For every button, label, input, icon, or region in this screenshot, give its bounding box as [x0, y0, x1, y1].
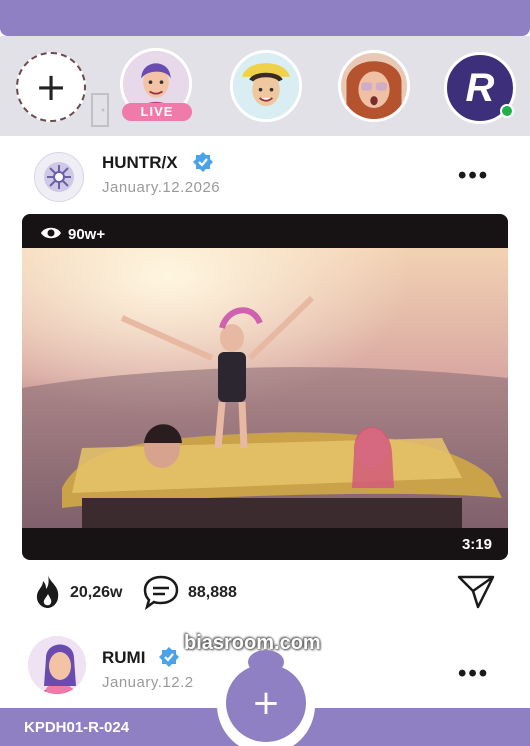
- add-story-button[interactable]: +: [16, 52, 86, 122]
- online-status-dot: [500, 104, 514, 118]
- share-send-icon[interactable]: [456, 572, 496, 610]
- story-avatar[interactable]: [338, 50, 410, 122]
- rumi-avatar[interactable]: [26, 634, 88, 696]
- live-badge: LIVE: [122, 103, 192, 121]
- card: + LIVE R HUNTR/X January.12.2026 ••• 90w…: [0, 0, 530, 746]
- more-options-button[interactable]: •••: [458, 662, 489, 686]
- avatar-image: [28, 636, 86, 694]
- flame-icon[interactable]: [34, 574, 62, 608]
- avatar-image: [341, 53, 407, 119]
- video-player[interactable]: 90w+ 3:19: [22, 214, 508, 560]
- video-top-bar: 90w+: [22, 214, 508, 248]
- watermark: biasroom.com: [184, 632, 321, 654]
- post-date: January.12.2026: [102, 179, 221, 196]
- more-options-button[interactable]: •••: [458, 164, 489, 188]
- door-icon: [91, 93, 109, 127]
- comment-icon[interactable]: [142, 574, 180, 610]
- plus-icon: +: [35, 65, 67, 109]
- video-duration: 3:19: [461, 536, 492, 553]
- post-date: January.12.2: [102, 674, 194, 691]
- verified-badge-icon: [159, 647, 179, 667]
- author-avatar[interactable]: [34, 152, 84, 202]
- top-strip: [0, 0, 530, 36]
- author-name[interactable]: HUNTR/X: [102, 153, 178, 173]
- view-count: 90w+: [68, 226, 106, 243]
- eye-icon: [41, 227, 61, 239]
- verified-badge-icon: [193, 152, 213, 172]
- video-frame: [22, 248, 508, 528]
- product-code: KPDH01-R-024: [24, 719, 130, 736]
- post-actions: 20,26w 88,888: [0, 566, 530, 618]
- story-avatar[interactable]: [230, 50, 302, 122]
- post-header: HUNTR/X January.12.2026 •••: [0, 146, 530, 206]
- brand-logo-icon: R: [465, 65, 495, 110]
- comments-count: 88,888: [188, 584, 237, 601]
- likes-count: 20,26w: [70, 584, 123, 601]
- author-name[interactable]: RUMI: [102, 648, 145, 668]
- huntrx-logo-icon: [44, 162, 74, 192]
- create-post-button[interactable]: +: [226, 664, 306, 742]
- plus-icon: +: [251, 683, 281, 723]
- avatar-image: [233, 53, 299, 119]
